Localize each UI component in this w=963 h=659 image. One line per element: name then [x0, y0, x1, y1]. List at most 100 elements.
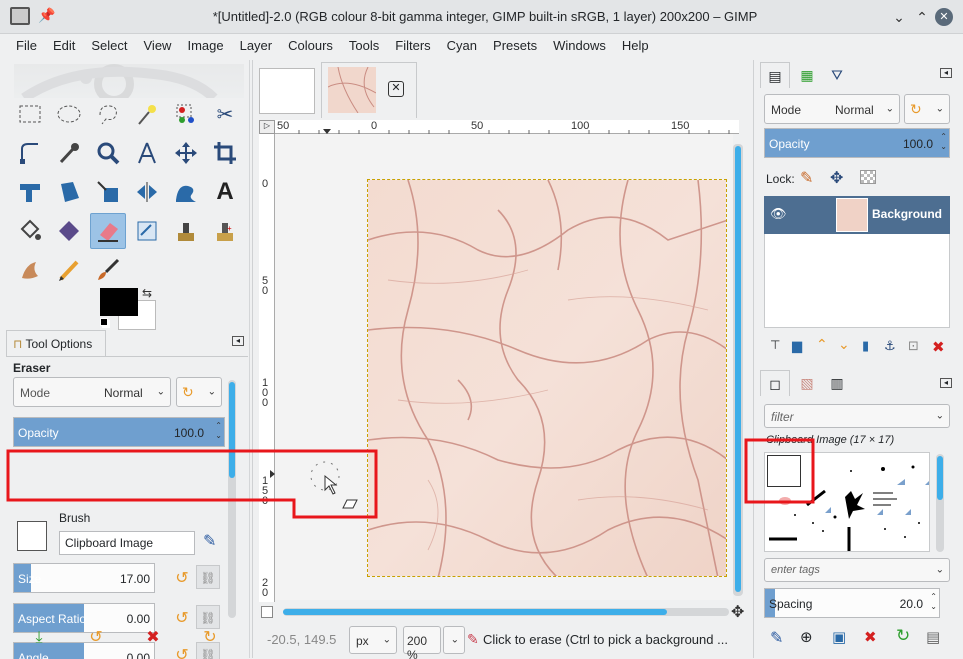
canvas-viewport[interactable]	[275, 134, 733, 600]
brush-spacing-spinner[interactable]: ⌃ ⌄	[930, 592, 937, 612]
reset-options-icon[interactable]: ↻	[198, 626, 222, 650]
menu-file[interactable]: File	[8, 34, 45, 58]
tool-options-scrollbar[interactable]	[228, 380, 236, 618]
new-layer-group-icon[interactable]: ⊤	[770, 338, 780, 352]
zoom-icon[interactable]	[90, 135, 126, 171]
lock-position-icon[interactable]: ✥	[830, 168, 843, 188]
gradient-icon[interactable]	[51, 213, 87, 249]
duplicate-layer-icon[interactable]: ▮	[862, 338, 869, 354]
scrollbar-thumb[interactable]	[229, 382, 235, 478]
fuzzy-select-icon[interactable]	[129, 96, 165, 132]
quick-mask-toggle[interactable]	[261, 606, 273, 618]
gimp-app-icon[interactable]	[10, 7, 30, 25]
free-select-icon[interactable]	[90, 96, 126, 132]
layer-row-background[interactable]: 👁 Background	[764, 196, 950, 234]
zoom-dropdown[interactable]: ⌄	[443, 626, 465, 654]
tab-channels[interactable]: ▦	[792, 62, 822, 88]
scrollbar-thumb[interactable]	[735, 146, 741, 592]
menu-view[interactable]: View	[136, 34, 180, 58]
airbrush-icon[interactable]	[129, 213, 165, 249]
tool-options-menu-icon[interactable]: ◂	[232, 336, 244, 346]
tab-layers[interactable]: ▤	[760, 62, 790, 88]
clone-icon[interactable]	[168, 213, 204, 249]
text-icon[interactable]: A	[207, 174, 243, 210]
save-options-icon[interactable]: ⤓	[27, 626, 51, 650]
menu-filters[interactable]: Filters	[387, 34, 438, 58]
anchor-layer-icon[interactable]: ⚓	[884, 338, 896, 354]
tab-patterns[interactable]: ▧	[792, 370, 822, 396]
unit-combo[interactable]: px ⌄	[349, 626, 397, 654]
crop-icon[interactable]	[207, 135, 243, 171]
scrollbar-thumb[interactable]	[937, 456, 943, 500]
wilber-drop-area[interactable]	[14, 64, 244, 104]
open-brush-as-image-icon[interactable]: ▤	[926, 628, 940, 646]
new-brush-icon[interactable]: ⊕	[800, 628, 813, 646]
menu-tools[interactable]: Tools	[341, 34, 387, 58]
close-icon[interactable]: ✕	[935, 8, 953, 26]
menu-layer[interactable]: Layer	[232, 34, 281, 58]
scrollbar-thumb[interactable]	[283, 609, 667, 615]
new-layer-icon[interactable]: ▆	[792, 338, 802, 354]
visibility-eye-icon[interactable]: 👁	[770, 206, 787, 222]
close-image-icon[interactable]: ✕	[388, 81, 404, 97]
opacity-slider[interactable]: Opacity 100.0 ⌃ ⌄	[13, 417, 225, 447]
image-tab-active[interactable]: ✕	[321, 62, 417, 118]
swap-colors-icon[interactable]: ⇆	[142, 286, 152, 300]
bucket-fill-icon[interactable]	[12, 213, 48, 249]
layer-opacity-slider[interactable]: Opacity 100.0 ⌃ ⌄	[764, 128, 950, 158]
refresh-brushes-icon[interactable]: ↻	[896, 626, 910, 646]
brush-grid-scrollbar[interactable]	[936, 454, 944, 552]
foreground-color-swatch[interactable]	[100, 288, 138, 316]
layer-opacity-spinner[interactable]: ⌃ ⌄	[940, 132, 947, 152]
brush-tags-combo[interactable]: enter tags ⌄	[764, 558, 950, 582]
zoom-field[interactable]: 200 %	[403, 626, 441, 659]
mask-layer-icon[interactable]: ⊡	[908, 338, 919, 354]
heal-icon[interactable]: +	[207, 213, 243, 249]
perspective-icon[interactable]	[51, 174, 87, 210]
flip-icon[interactable]	[129, 174, 165, 210]
menu-cyan[interactable]: Cyan	[439, 34, 485, 58]
color-select-icon[interactable]	[168, 96, 204, 132]
reset-aspect-icon[interactable]: ↺	[170, 607, 194, 631]
default-colors-icon[interactable]	[100, 318, 108, 326]
restore-options-icon[interactable]: ↺	[84, 626, 108, 650]
tab-gradients[interactable]: ▥	[822, 370, 852, 396]
lower-layer-icon[interactable]: ⌄	[838, 336, 850, 353]
brush-filter-combo[interactable]: filter ⌄	[764, 404, 950, 428]
tab-brushes[interactable]: ◻	[760, 370, 790, 396]
brush-grid[interactable]	[764, 452, 930, 552]
brush-spacing-slider[interactable]: Spacing 20.0 ⌃ ⌄	[764, 588, 940, 618]
delete-layer-icon[interactable]: ✖	[932, 338, 945, 356]
delete-options-icon[interactable]: ✖	[141, 626, 165, 650]
edit-brush-icon[interactable]: ✎	[203, 531, 216, 551]
eraser-icon[interactable]	[90, 213, 126, 249]
image-tab-blank[interactable]	[259, 68, 315, 114]
scissors-icon[interactable]: ✂	[207, 96, 243, 132]
brush-preview[interactable]	[17, 521, 47, 551]
horizontal-ruler[interactable]: 50 0 50 100 150	[275, 120, 739, 134]
minimize-icon[interactable]: ⌄	[890, 8, 908, 26]
delete-brush-icon[interactable]: ✖	[864, 628, 877, 646]
menu-windows[interactable]: Windows	[545, 34, 614, 58]
maximize-icon[interactable]: ⌃	[913, 8, 931, 26]
size-slider[interactable]: Size 17.00	[13, 563, 155, 593]
paintbrush-icon[interactable]	[90, 252, 126, 288]
brush-name-field[interactable]: Clipboard Image	[59, 531, 195, 555]
layers-menu-icon[interactable]: ◂	[940, 68, 952, 78]
warp-icon[interactable]	[168, 174, 204, 210]
tab-paths[interactable]: ⛛	[822, 62, 852, 88]
paths-icon[interactable]	[12, 135, 48, 171]
menu-edit[interactable]: Edit	[45, 34, 83, 58]
reset-size-icon[interactable]: ↺	[170, 567, 194, 591]
ellipse-select-icon[interactable]	[51, 96, 87, 132]
reset-angle-icon[interactable]: ↺	[170, 644, 194, 659]
measure-icon[interactable]	[129, 135, 165, 171]
layer-mode-combo[interactable]: Mode Normal ⌄	[764, 94, 900, 124]
smudge-icon[interactable]	[12, 252, 48, 288]
canvas-vertical-scrollbar[interactable]	[733, 144, 743, 596]
rect-select-icon[interactable]	[12, 96, 48, 132]
lock-pixels-icon[interactable]: ✎	[800, 168, 813, 188]
vertical-ruler[interactable]: 0 5 0 1 0 0 1 5 0 2 0	[259, 134, 275, 602]
menu-image[interactable]: Image	[179, 34, 231, 58]
pin-icon[interactable]: 📌	[38, 7, 55, 24]
